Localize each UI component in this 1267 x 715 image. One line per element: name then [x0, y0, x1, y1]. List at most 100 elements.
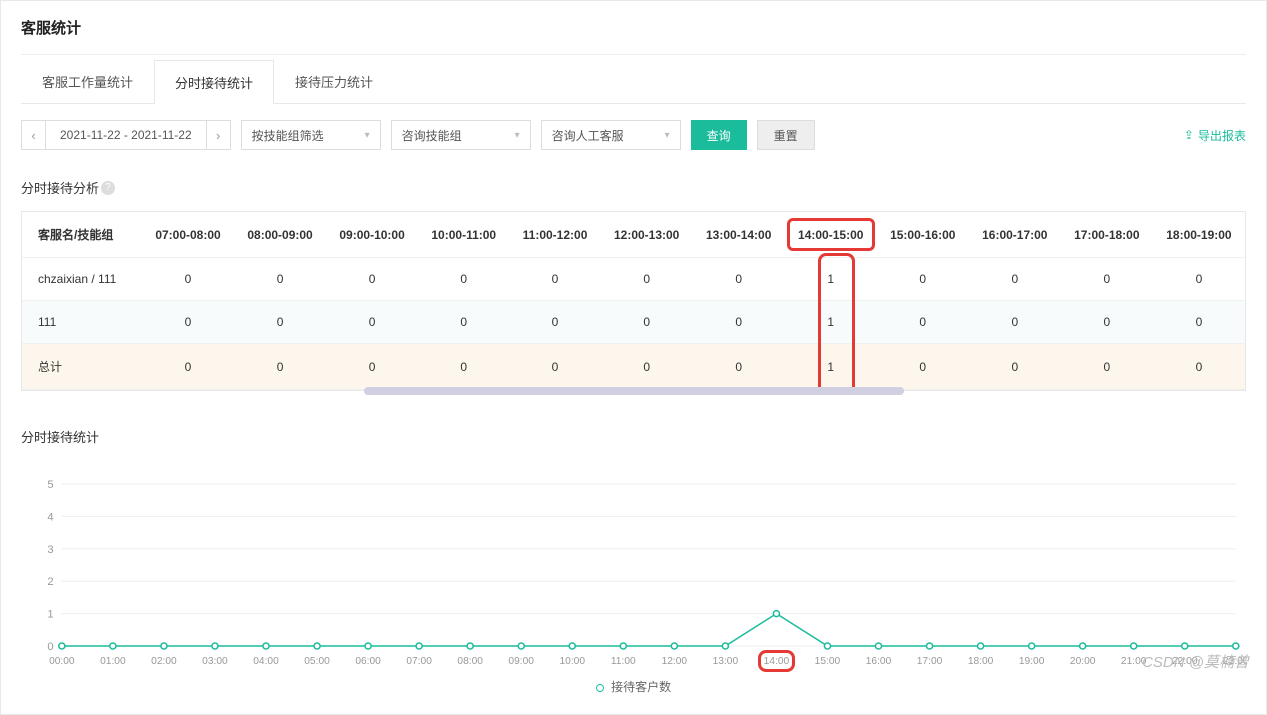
cell-value: 0 [877, 344, 969, 390]
cell-value: 0 [509, 344, 600, 390]
question-icon[interactable]: ? [101, 181, 115, 195]
col-header-time: 18:00-19:00 [1153, 212, 1245, 258]
filter-by-select[interactable]: 按技能组筛选 ▾ [241, 120, 381, 150]
svg-text:1: 1 [47, 609, 53, 621]
page-title: 客服统计 [21, 1, 1246, 55]
col-header-time: 13:00-14:00 [693, 212, 785, 258]
chevron-down-icon: ▾ [515, 130, 520, 141]
chart-area: 01234500:0001:0002:0003:0004:0005:0006:0… [21, 474, 1246, 694]
svg-text:17:00: 17:00 [917, 656, 943, 667]
cell-value: 0 [693, 344, 785, 390]
svg-text:13:00: 13:00 [713, 656, 739, 667]
col-header-time: 10:00-11:00 [418, 212, 509, 258]
cell-value: 1 [785, 258, 877, 301]
cell-value: 0 [418, 258, 509, 301]
cell-value: 1 [785, 301, 877, 344]
cell-value: 0 [509, 258, 600, 301]
reset-button[interactable]: 重置 [757, 120, 815, 150]
svg-text:12:00: 12:00 [662, 656, 688, 667]
toolbar: ‹ 2021-11-22 - 2021-11-22 › 按技能组筛选 ▾ 咨询技… [21, 104, 1246, 170]
date-range-text: 2021-11-22 - 2021-11-22 [46, 128, 206, 142]
legend-marker-icon [596, 684, 604, 692]
cell-value: 0 [1153, 258, 1245, 301]
cell-value: 0 [142, 258, 234, 301]
col-header-time: 15:00-16:00 [877, 212, 969, 258]
cell-value: 0 [601, 301, 693, 344]
col-header-time: 11:00-12:00 [509, 212, 600, 258]
skill-group-select[interactable]: 咨询技能组 ▾ [391, 120, 531, 150]
svg-text:08:00: 08:00 [457, 656, 483, 667]
chevron-right-icon[interactable]: › [206, 121, 230, 149]
select-label: 咨询人工客服 [552, 127, 624, 144]
cell-value: 0 [969, 258, 1061, 301]
col-header-time: 08:00-09:00 [234, 212, 326, 258]
date-range-picker[interactable]: ‹ 2021-11-22 - 2021-11-22 › [21, 120, 231, 150]
cell-value: 0 [601, 258, 693, 301]
col-header-time: 09:00-10:00 [326, 212, 418, 258]
chevron-left-icon[interactable]: ‹ [22, 121, 46, 149]
cell-value: 0 [1153, 301, 1245, 344]
line-chart: 01234500:0001:0002:0003:0004:0005:0006:0… [21, 474, 1246, 674]
row-name: chzaixian / 111 [22, 258, 142, 301]
cell-value: 0 [234, 258, 326, 301]
watermark: CSDN @莫楠曾 [1142, 651, 1249, 672]
col-header-time: 16:00-17:00 [969, 212, 1061, 258]
table-row: 111000000010000 [22, 301, 1245, 344]
svg-text:16:00: 16:00 [866, 656, 892, 667]
cell-value: 0 [969, 301, 1061, 344]
chevron-down-icon: ▾ [665, 130, 670, 141]
cell-value: 0 [693, 258, 785, 301]
agent-select[interactable]: 咨询人工客服 ▾ [541, 120, 681, 150]
svg-text:05:00: 05:00 [304, 656, 330, 667]
svg-text:4: 4 [47, 511, 53, 523]
row-name: 111 [22, 301, 142, 344]
cell-value: 0 [969, 344, 1061, 390]
cell-value: 0 [326, 258, 418, 301]
section-title-analysis: 分时接待分析 ? [21, 170, 1246, 211]
col-header-time: 12:00-13:00 [601, 212, 693, 258]
svg-text:00:00: 00:00 [49, 656, 75, 667]
cell-value: 0 [418, 344, 509, 390]
svg-text:2: 2 [47, 576, 53, 588]
svg-text:0: 0 [47, 641, 53, 653]
tab-hourly-reception[interactable]: 分时接待统计 [154, 60, 274, 104]
table-row: 总计000000010000 [22, 344, 1245, 390]
col-header-time: 07:00-08:00 [142, 212, 234, 258]
cell-value: 0 [234, 344, 326, 390]
col-header-time: 17:00-18:00 [1061, 212, 1153, 258]
svg-text:04:00: 04:00 [253, 656, 279, 667]
cell-value: 0 [693, 301, 785, 344]
cell-value: 0 [326, 344, 418, 390]
legend-label: 接待客户数 [611, 680, 671, 694]
query-button[interactable]: 查询 [691, 120, 747, 150]
svg-text:5: 5 [47, 479, 53, 491]
table-row: chzaixian / 111000000010000 [22, 258, 1245, 301]
tab-workload[interactable]: 客服工作量统计 [21, 59, 154, 103]
svg-text:20:00: 20:00 [1070, 656, 1096, 667]
col-header-time: 14:00-15:00 [785, 212, 877, 258]
export-icon: ⇪ [1184, 128, 1194, 142]
export-label: 导出报表 [1198, 127, 1246, 144]
svg-text:18:00: 18:00 [968, 656, 994, 667]
svg-text:01:00: 01:00 [100, 656, 126, 667]
cell-value: 0 [234, 301, 326, 344]
chart-legend: 接待客户数 [21, 674, 1246, 695]
cell-value: 0 [1061, 301, 1153, 344]
analysis-table: 客服名/技能组07:00-08:0008:00-09:0009:00-10:00… [21, 211, 1246, 391]
row-name: 总计 [22, 344, 142, 390]
svg-text:15:00: 15:00 [815, 656, 841, 667]
tab-pressure[interactable]: 接待压力统计 [274, 59, 394, 103]
cell-value: 0 [601, 344, 693, 390]
chevron-down-icon: ▾ [365, 130, 370, 141]
cell-value: 0 [877, 301, 969, 344]
cell-value: 0 [1061, 344, 1153, 390]
cell-value: 0 [1061, 258, 1153, 301]
svg-text:11:00: 11:00 [611, 656, 636, 667]
select-label: 咨询技能组 [402, 127, 462, 144]
svg-text:3: 3 [47, 544, 53, 556]
svg-text:07:00: 07:00 [406, 656, 432, 667]
cell-value: 0 [418, 301, 509, 344]
export-button[interactable]: ⇪ 导出报表 [1184, 127, 1246, 144]
horizontal-scrollbar[interactable] [364, 387, 904, 395]
svg-text:19:00: 19:00 [1019, 656, 1045, 667]
